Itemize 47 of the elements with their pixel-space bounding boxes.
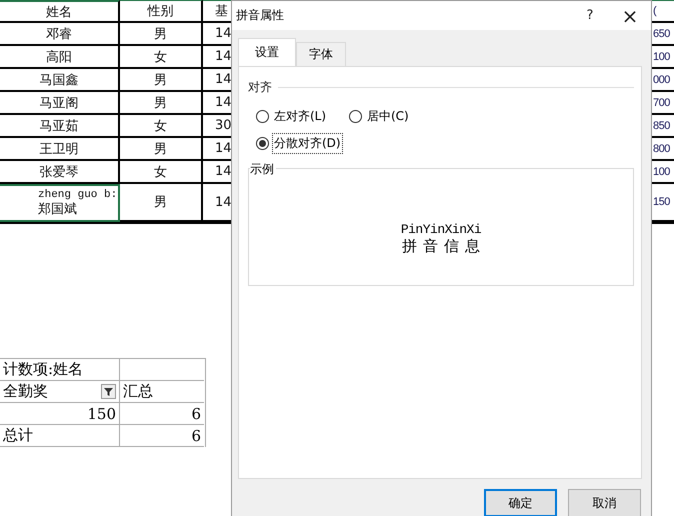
radio-option[interactable]: 左对齐(L): [256, 106, 349, 127]
radio-option[interactable]: 分散对齐(D): [256, 133, 349, 154]
table-cell: 马国鑫: [0, 69, 120, 92]
group-label: 示例: [250, 161, 276, 178]
phonetic-text: zheng guo b:: [38, 188, 118, 202]
table-cell: 总计: [0, 425, 120, 447]
tab[interactable]: 设置: [238, 38, 296, 66]
table-cell: 马亚阁: [0, 92, 120, 115]
table-cell: 王卫明: [0, 138, 120, 161]
group-label: 对齐: [248, 79, 272, 96]
table-cell: 高阳: [0, 46, 120, 69]
table-cell: 汇总: [120, 381, 204, 403]
tab[interactable]: 字体: [296, 42, 346, 66]
dialog-button[interactable]: 确定: [484, 489, 557, 516]
table-cell: 6: [120, 403, 204, 425]
column-header: 性别: [120, 0, 203, 23]
help-button[interactable]: ?: [583, 8, 597, 23]
window-title: 拼音属性: [236, 7, 285, 24]
radio-button[interactable]: [256, 137, 269, 150]
cell-text: 郑国斌: [38, 202, 77, 218]
option-label: 居中(C): [366, 108, 410, 125]
table-cell: 女: [120, 115, 203, 138]
table-cell: 张爱琴: [0, 161, 120, 184]
radio-button[interactable]: [349, 110, 362, 123]
dialog-button[interactable]: 取消: [568, 489, 641, 516]
table-cell: 计数项:姓名: [0, 359, 120, 381]
table-cell: 邓睿: [0, 23, 120, 46]
table-cell: 男: [120, 138, 203, 161]
table-cell: 马亚茹: [0, 115, 120, 138]
table-cell: 女: [120, 46, 203, 69]
table-cell: 150: [0, 403, 120, 425]
option-label: 分散对齐(D): [272, 133, 343, 154]
table-cell: 男: [120, 184, 203, 222]
table-cell: 男: [120, 69, 203, 92]
column-header: 姓名: [0, 0, 120, 23]
radio-option[interactable]: 居中(C): [349, 106, 446, 127]
filter-icon[interactable]: [101, 384, 116, 399]
radio-button[interactable]: [256, 110, 269, 123]
sample-text: 拼音信息: [402, 237, 486, 255]
cell-text: 全勤奖: [3, 382, 48, 401]
table-cell: 女: [120, 161, 203, 184]
table-cell: 男: [120, 92, 203, 115]
close-button[interactable]: ×: [621, 6, 639, 26]
option-label: 左对齐(L): [273, 108, 328, 125]
table-cell: 6: [120, 425, 204, 447]
pinyin-text: PinYinXinXi: [400, 222, 482, 237]
table-cell: 男: [120, 23, 203, 46]
